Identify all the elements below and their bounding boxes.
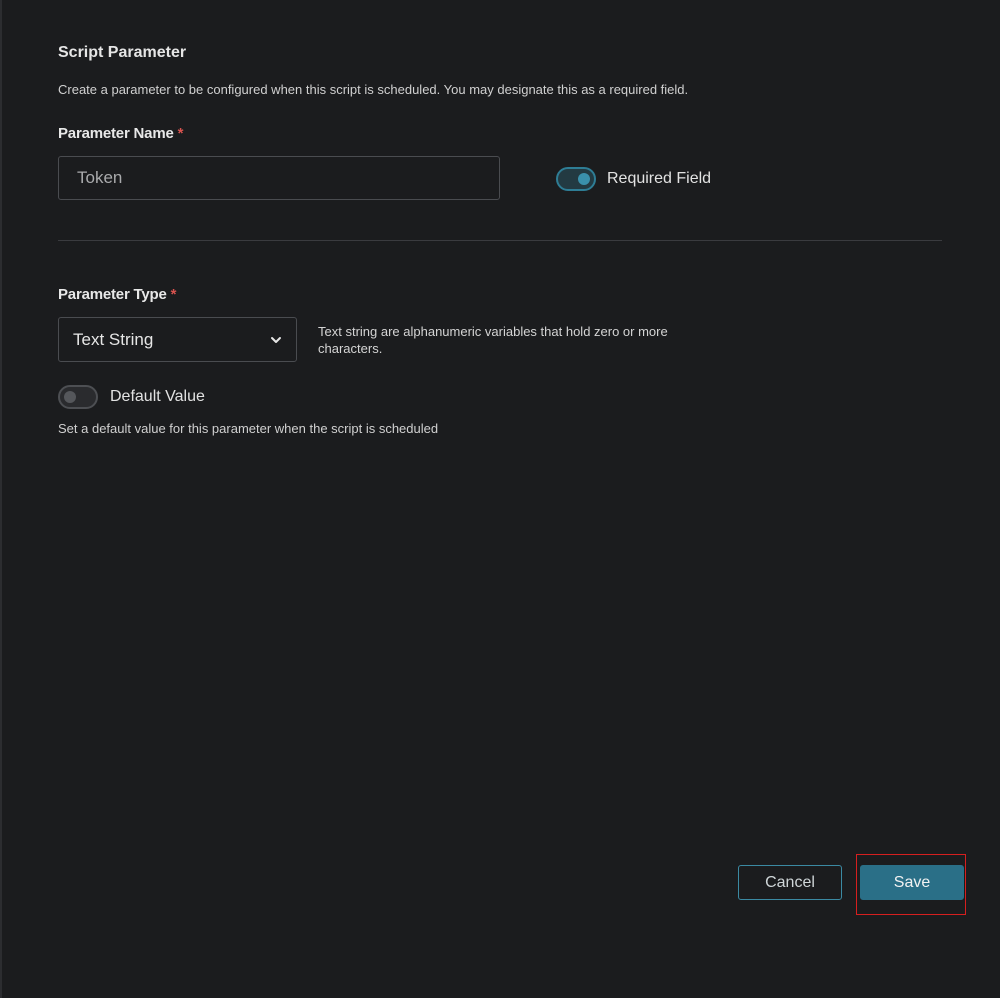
required-asterisk: * <box>177 125 184 142</box>
default-value-help: Set a default value for this parameter w… <box>58 421 439 436</box>
toggle-knob <box>64 391 76 403</box>
parameter-type-help: Text string are alphanumeric variables t… <box>318 324 668 356</box>
parameter-type-label: Parameter Type * <box>58 286 176 303</box>
section-description: Create a parameter to be configured when… <box>58 82 689 97</box>
section-divider <box>58 240 942 241</box>
parameter-type-label-text: Parameter Type <box>58 286 167 303</box>
toggle-knob <box>578 173 590 185</box>
cancel-button[interactable]: Cancel <box>738 865 842 900</box>
script-parameter-panel: Script Parameter Create a parameter to b… <box>0 0 1000 998</box>
section-title: Script Parameter <box>58 44 187 61</box>
save-highlight-box <box>856 854 966 915</box>
parameter-name-input[interactable]: Token <box>58 156 500 200</box>
parameter-name-value: Token <box>77 168 123 187</box>
required-field-label: Required Field <box>607 170 712 187</box>
parameter-type-selected: Text String <box>73 329 154 349</box>
required-field-toggle[interactable] <box>556 167 596 191</box>
parameter-name-label: Parameter Name * <box>58 125 183 142</box>
chevron-down-icon <box>271 337 281 343</box>
parameter-type-select[interactable]: Text String <box>58 317 297 362</box>
default-value-label: Default Value <box>110 388 205 405</box>
parameter-name-label-text: Parameter Name <box>58 125 174 142</box>
required-asterisk: * <box>170 286 177 303</box>
default-value-toggle[interactable] <box>58 385 98 409</box>
